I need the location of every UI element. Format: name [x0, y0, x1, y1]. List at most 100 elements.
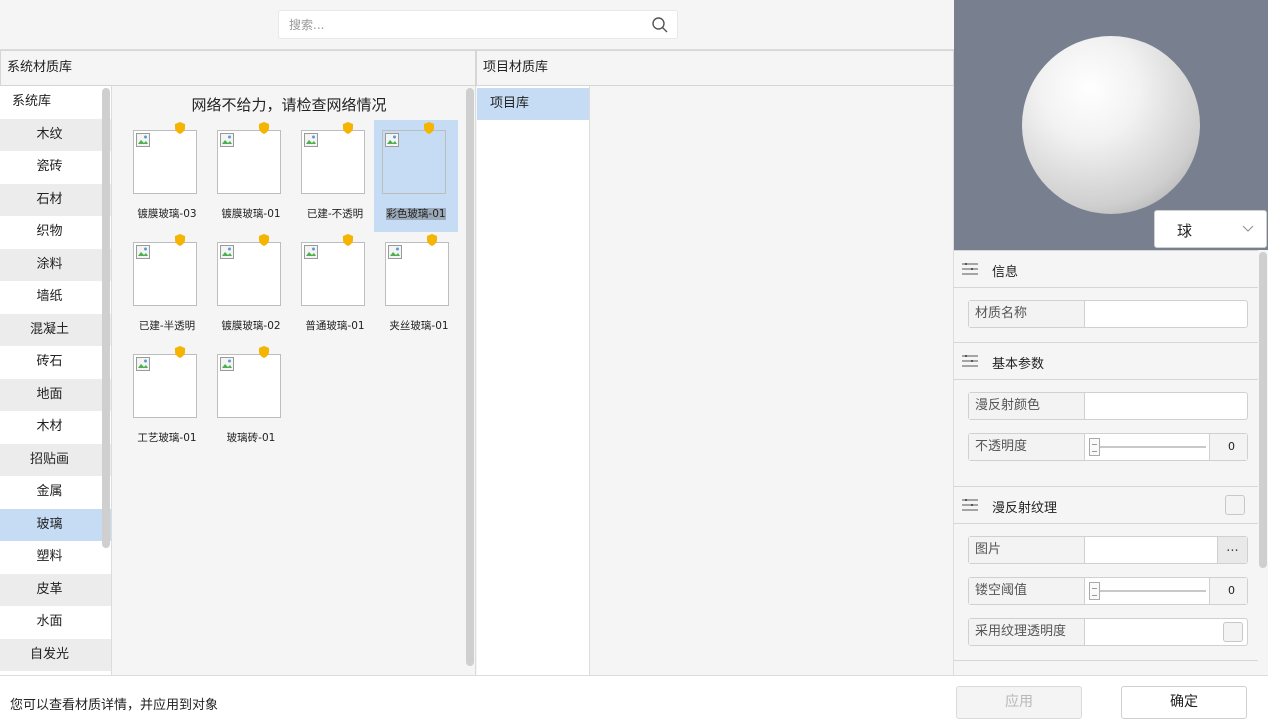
material-label: 工艺玻璃-01 — [137, 432, 197, 444]
category-item[interactable]: 水面 — [0, 606, 111, 639]
project-material-area — [590, 86, 954, 675]
cutout-value[interactable]: 0 — [1209, 578, 1247, 604]
grid-scrollbar[interactable] — [466, 88, 474, 666]
chevron-down-icon — [1242, 225, 1254, 232]
shield-icon — [259, 122, 269, 134]
material-label: 夹丝玻璃-01 — [389, 320, 449, 332]
broken-image-icon — [385, 133, 399, 147]
category-item-system[interactable]: 系统库 — [0, 86, 111, 119]
material-label: 镀膜玻璃-01 — [221, 208, 281, 220]
shield-icon — [427, 234, 437, 246]
preview-shape-value: 球 — [1177, 222, 1193, 240]
diffuse-texture-title: 漫反射纹理 — [992, 501, 1058, 516]
diffuse-texture-checkbox[interactable] — [1225, 495, 1245, 515]
category-item[interactable]: 招贴画 — [0, 443, 111, 476]
properties-scrollbar[interactable] — [1259, 252, 1267, 568]
ok-button[interactable]: 确定 — [1121, 686, 1247, 719]
browse-image-button[interactable]: ... — [1217, 537, 1247, 563]
shield-icon — [343, 122, 353, 134]
shield-icon — [175, 122, 185, 134]
material-tile[interactable]: 工艺玻璃-01 — [125, 344, 209, 456]
category-list: 系统库 木纹 瓷砖 石材 织物 涂料 墙纸 混凝土 砖石 地面 木材 招贴画 金… — [0, 86, 112, 675]
broken-image-icon — [304, 133, 318, 147]
material-tile[interactable]: 已建-不透明 — [293, 120, 377, 232]
use-alpha-row: 采用纹理透明度 — [968, 618, 1248, 646]
material-label: 镀膜玻璃-02 — [221, 320, 281, 332]
cutout-label: 镂空阈值 — [969, 578, 1085, 604]
broken-image-icon — [136, 133, 150, 147]
cutout-slider-handle[interactable] — [1089, 582, 1100, 600]
project-list — [477, 86, 590, 675]
category-scrollbar[interactable] — [102, 88, 110, 548]
properties-panel: 信息 材质名称 基本参数 漫反射颜色 不透明度 0 漫反射纹理 图片 ... 镂… — [954, 250, 1258, 675]
material-thumbnail — [382, 130, 446, 194]
category-item[interactable]: 石材 — [0, 183, 111, 216]
use-alpha-label: 采用纹理透明度 — [969, 619, 1085, 645]
search-input[interactable] — [279, 11, 629, 38]
broken-image-icon — [136, 245, 150, 259]
material-tile[interactable]: 夹丝玻璃-01 — [377, 232, 461, 344]
material-thumbnail — [217, 242, 281, 306]
settings-lines-icon — [962, 263, 978, 275]
category-item[interactable]: 地面 — [0, 378, 111, 411]
diffuse-color-field[interactable] — [1086, 393, 1247, 419]
category-item[interactable]: 皮革 — [0, 573, 111, 606]
material-tile[interactable]: 镀膜玻璃-03 — [125, 120, 209, 232]
search-box[interactable] — [278, 10, 678, 39]
material-label: 已建-不透明 — [306, 208, 364, 220]
apply-button[interactable]: 应用 — [956, 686, 1082, 719]
basic-params-header[interactable]: 基本参数 — [954, 342, 1258, 380]
category-item[interactable]: 金属 — [0, 476, 111, 509]
category-item[interactable]: 瓷砖 — [0, 151, 111, 184]
opacity-slider-track[interactable] — [1100, 446, 1206, 448]
basic-params-title: 基本参数 — [992, 357, 1045, 372]
material-label: 玻璃砖-01 — [226, 432, 276, 444]
material-label: 普通玻璃-01 — [305, 320, 365, 332]
material-thumbnail — [217, 354, 281, 418]
category-item[interactable]: 织物 — [0, 216, 111, 249]
category-item[interactable]: 塑料 — [0, 541, 111, 574]
material-tile[interactable]: 普通玻璃-01 — [293, 232, 377, 344]
next-section-header[interactable] — [954, 660, 1258, 675]
material-tile[interactable]: 玻璃砖-01 — [209, 344, 293, 456]
material-tile[interactable]: 已建-半透明 — [125, 232, 209, 344]
project-item-selected[interactable]: 项目库 — [477, 88, 589, 120]
opacity-label: 不透明度 — [969, 434, 1085, 460]
diffuse-texture-header[interactable]: 漫反射纹理 — [954, 486, 1258, 524]
category-item[interactable]: 自发光 — [0, 638, 111, 671]
material-tile[interactable]: 镀膜玻璃-02 — [209, 232, 293, 344]
footer-hint: 您可以查看材质详情，并应用到对象 — [10, 698, 219, 713]
opacity-slider-handle[interactable] — [1089, 438, 1100, 456]
preview-shape-select[interactable]: 球 — [1154, 210, 1267, 248]
shield-icon — [175, 234, 185, 246]
material-tile[interactable]: 镀膜玻璃-01 — [209, 120, 293, 232]
broken-image-icon — [220, 245, 234, 259]
opacity-value[interactable]: 0 — [1209, 434, 1247, 460]
material-tile-selected[interactable]: 彩色玻璃-01 — [374, 120, 458, 232]
cutout-row: 镂空阈值 0 — [968, 577, 1248, 605]
material-name-field[interactable] — [1086, 301, 1247, 327]
category-item[interactable]: 砖石 — [0, 346, 111, 379]
material-thumbnail — [133, 130, 197, 194]
search-icon[interactable] — [651, 16, 669, 34]
category-item[interactable]: 混凝土 — [0, 313, 111, 346]
preview-sphere — [1022, 36, 1200, 214]
info-section-header[interactable]: 信息 — [954, 250, 1258, 288]
category-item-selected[interactable]: 玻璃 — [0, 508, 111, 541]
material-label: 已建-半透明 — [138, 320, 196, 332]
material-library-dialog: 系统材质库 项目材质库 系统库 木纹 瓷砖 石材 织物 涂料 墙纸 混凝土 砖石… — [0, 0, 1268, 725]
broken-image-icon — [220, 133, 234, 147]
settings-lines-icon — [962, 355, 978, 367]
shield-icon — [343, 234, 353, 246]
cutout-slider-track[interactable] — [1100, 590, 1206, 592]
shield-icon — [175, 346, 185, 358]
use-alpha-checkbox[interactable] — [1223, 622, 1243, 642]
category-item[interactable]: 墙纸 — [0, 281, 111, 314]
category-item[interactable]: 木纹 — [0, 118, 111, 151]
project-library-header: 项目材质库 — [476, 50, 954, 86]
diffuse-color-row: 漫反射颜色 — [968, 392, 1248, 420]
material-name-label: 材质名称 — [969, 301, 1085, 327]
material-thumbnail — [133, 354, 197, 418]
category-item[interactable]: 木材 — [0, 411, 111, 444]
category-item[interactable]: 涂料 — [0, 248, 111, 281]
